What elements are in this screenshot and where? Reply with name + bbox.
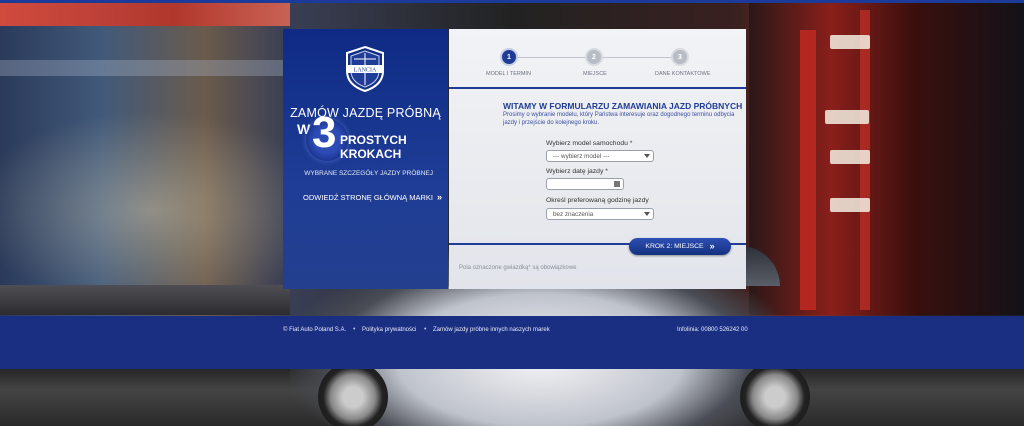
car-wheel <box>318 362 388 426</box>
footer-copyright: © Fiat Auto Poland S.A. <box>283 327 347 333</box>
footer-bullet: • <box>424 326 427 333</box>
car-wheel <box>740 362 810 426</box>
time-select[interactable]: bez znaczenia <box>546 208 654 220</box>
step-1-label: MODEL I TERMIN <box>486 71 531 77</box>
next-step-button[interactable]: KROK 2: MIEJSCE » <box>629 238 731 255</box>
chevron-right-icon: » <box>437 192 443 202</box>
selected-details-label: WYBRANE SZCZEGÓŁY JAZDY PRÓBNEJ <box>304 170 433 177</box>
step-3-indicator: 3 <box>673 50 687 64</box>
background-light <box>830 35 870 49</box>
date-label: Wybierz datę jazdy * <box>546 168 608 175</box>
background-light <box>830 150 870 164</box>
left-panel: LANCIA ZAMÓW JAZDĘ PRÓBNĄ W 3 PROSTYCH K… <box>283 29 448 289</box>
step-2-number: 2 <box>592 53 596 61</box>
other-brands-link[interactable]: Zamów jazdy próbne innych naszych marek <box>433 327 550 333</box>
footer-hotline: Infolinia: 00800 526242 00 <box>677 327 748 333</box>
form-panel: 1 MODEL I TERMIN 2 MIEJSCE 3 DANE KONTAK… <box>449 29 746 289</box>
footer-bullet: • <box>353 326 356 333</box>
chevron-down-icon <box>644 154 650 158</box>
model-label: Wybierz model samochodu * <box>546 140 633 147</box>
visit-brand-link[interactable]: ODWIEDŹ STRONĘ GŁÓWNĄ MARKI » <box>303 192 443 203</box>
next-step-button-label: KROK 2: MIEJSCE <box>645 243 704 250</box>
headline-line2: PROSTYCH KROKACH <box>340 133 407 161</box>
step-1-indicator: 1 <box>502 50 516 64</box>
lancia-logo[interactable]: LANCIA <box>343 45 387 93</box>
background-shape <box>0 60 290 76</box>
background-shape <box>0 0 290 26</box>
time-label: Określ preferowaną godzinę jazdy <box>546 197 649 204</box>
background-light <box>825 110 869 124</box>
chevron-right-icon: » <box>709 241 715 251</box>
step-2-indicator: 2 <box>587 50 601 64</box>
headline-line1: ZAMÓW JAZDĘ PRÓBNĄ <box>290 106 441 120</box>
background-light <box>830 198 870 212</box>
chevron-down-icon <box>644 212 650 216</box>
form-title: WITAMY W FORMULARZU ZAMAWIANIA JAZD PRÓB… <box>503 101 743 111</box>
required-fields-note: Pola oznaczone gwiazdką* są obowiązkowe <box>459 265 577 271</box>
step-3-label: DANE KONTAKTOWE <box>655 71 711 77</box>
date-input[interactable] <box>546 178 624 190</box>
footer: © Fiat Auto Poland S.A. • Polityka prywa… <box>0 316 1024 369</box>
top-bar <box>0 0 1024 3</box>
privacy-policy-link[interactable]: Polityka prywatności <box>362 327 416 333</box>
step-2-label: MIEJSCE <box>583 71 607 77</box>
model-select[interactable]: --- wybierz model --- <box>546 150 654 162</box>
headline-number: 3 <box>312 108 337 157</box>
model-select-value: --- wybierz model --- <box>553 152 610 160</box>
visit-brand-link-label: ODWIEDŹ STRONĘ GŁÓWNĄ MARKI <box>303 193 434 202</box>
form-divider <box>449 87 746 89</box>
form-intro: Prosimy o wybranie modelu, który Państwa… <box>503 112 735 126</box>
time-select-value: bez znaczenia <box>553 210 594 218</box>
step-3-number: 3 <box>678 53 682 61</box>
calendar-icon[interactable] <box>614 181 620 187</box>
step-1-number: 1 <box>507 53 511 61</box>
logo-text: LANCIA <box>354 68 377 74</box>
background-shape <box>0 285 290 315</box>
